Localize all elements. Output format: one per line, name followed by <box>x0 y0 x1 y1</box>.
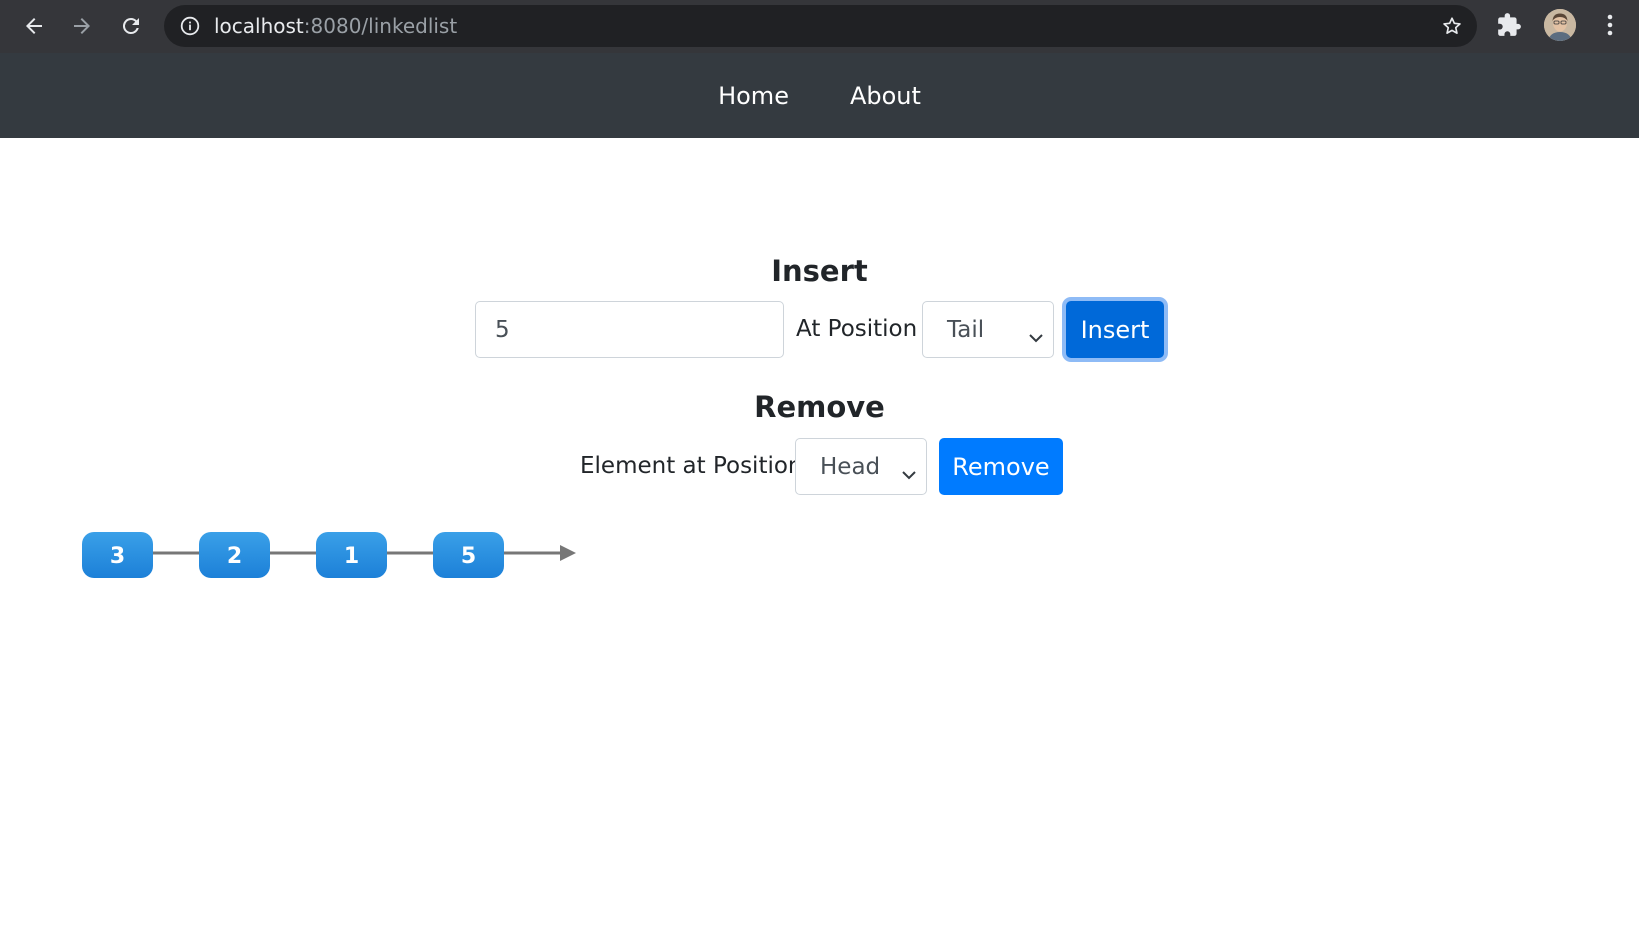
nav-link-home[interactable]: Home <box>718 82 789 110</box>
url-host: localhost <box>214 14 304 38</box>
reload-icon[interactable] <box>114 9 148 43</box>
insert-heading: Insert <box>771 254 868 288</box>
back-arrow-icon[interactable] <box>17 9 51 43</box>
list-node-value: 1 <box>344 544 359 569</box>
insert-position-select[interactable]: Tail <box>922 301 1054 358</box>
linked-list-diagram: 3 2 1 5 <box>82 532 576 578</box>
app-navbar: Home About <box>0 53 1639 138</box>
arrow-head-icon <box>560 545 576 561</box>
url-text: localhost:8080/linkedlist <box>214 5 457 47</box>
list-node-value: 5 <box>461 544 476 569</box>
star-icon[interactable] <box>1441 15 1463 42</box>
info-icon[interactable] <box>180 16 200 41</box>
kebab-menu-icon[interactable] <box>1598 12 1622 43</box>
insert-button[interactable]: Insert <box>1066 301 1164 358</box>
url-path: :8080/linkedlist <box>303 14 458 38</box>
address-bar[interactable]: localhost:8080/linkedlist <box>164 5 1477 47</box>
browser-toolbar: localhost:8080/linkedlist <box>0 0 1639 53</box>
insert-position-label: At Position <box>796 316 918 342</box>
remove-position-select[interactable]: Head <box>795 438 927 495</box>
list-node: 5 <box>433 532 504 578</box>
puzzle-icon[interactable] <box>1496 12 1522 43</box>
remove-position-selected: Head <box>820 453 881 480</box>
list-node-value: 3 <box>110 544 125 569</box>
list-node: 1 <box>316 532 387 578</box>
insert-value-text: 5 <box>495 316 510 343</box>
insert-value-input[interactable]: 5 <box>475 301 784 358</box>
nav-link-about[interactable]: About <box>850 82 921 110</box>
list-node: 3 <box>82 532 153 578</box>
chevron-down-icon <box>901 461 917 487</box>
remove-position-label: Element at Position <box>580 453 803 479</box>
avatar[interactable] <box>1544 9 1576 41</box>
insert-position-selected: Tail <box>947 316 985 343</box>
forward-arrow-icon[interactable] <box>65 9 99 43</box>
remove-heading: Remove <box>754 390 885 424</box>
chevron-down-icon <box>1028 324 1044 350</box>
list-node-value: 2 <box>227 544 242 569</box>
remove-button[interactable]: Remove <box>939 438 1063 495</box>
list-node: 2 <box>199 532 270 578</box>
